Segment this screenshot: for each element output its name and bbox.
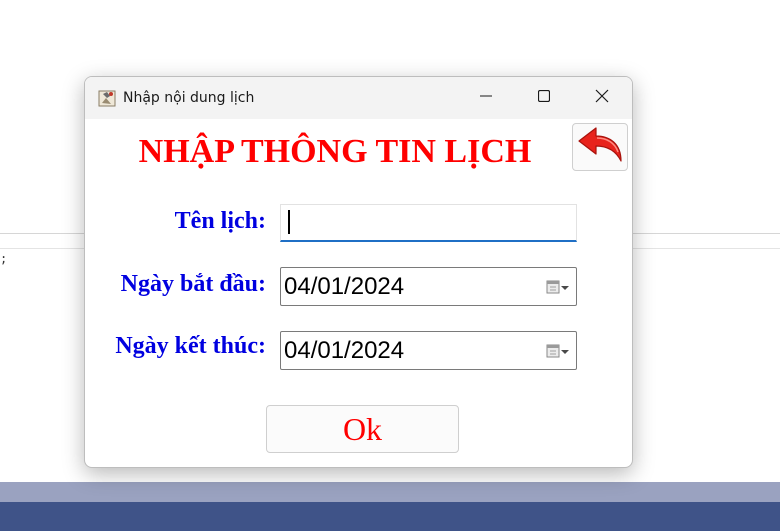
back-button[interactable] [572,123,628,171]
calendar-dropdown-icon[interactable] [545,342,571,360]
back-arrow-icon [576,125,624,170]
maximize-icon [537,89,551,107]
background-panel [0,482,780,502]
close-icon [595,89,609,108]
name-label: Tên lịch: [174,208,266,234]
taskbar [0,502,780,531]
title-bar[interactable]: Nhập nội dung lịch [85,77,632,119]
ok-button[interactable]: Ok [266,405,459,453]
calendar-dropdown-icon[interactable] [545,278,571,296]
name-input[interactable] [280,204,577,242]
end-date-value: 04/01/2024 [284,337,405,364]
form-heading: NHẬP THÔNG TIN LỊCH [138,133,532,170]
calendar-entry-dialog: Nhập nội dung lịch NHẬP THÔNG TIN LỊCH T… [84,76,633,468]
minimize-icon [480,89,492,107]
app-icon [98,89,116,107]
background-code-text: ; [0,252,8,266]
end-date-picker[interactable]: 04/01/2024 [280,331,577,370]
maximize-button[interactable] [515,77,573,119]
minimize-button[interactable] [457,77,515,119]
start-date-label: Ngày bắt đầu: [120,271,266,297]
start-date-value: 04/01/2024 [284,273,405,300]
close-button[interactable] [573,77,631,119]
end-date-label: Ngày kết thúc: [115,333,266,359]
window-title: Nhập nội dung lịch [123,90,255,106]
start-date-picker[interactable]: 04/01/2024 [280,267,577,306]
text-caret [288,210,290,234]
